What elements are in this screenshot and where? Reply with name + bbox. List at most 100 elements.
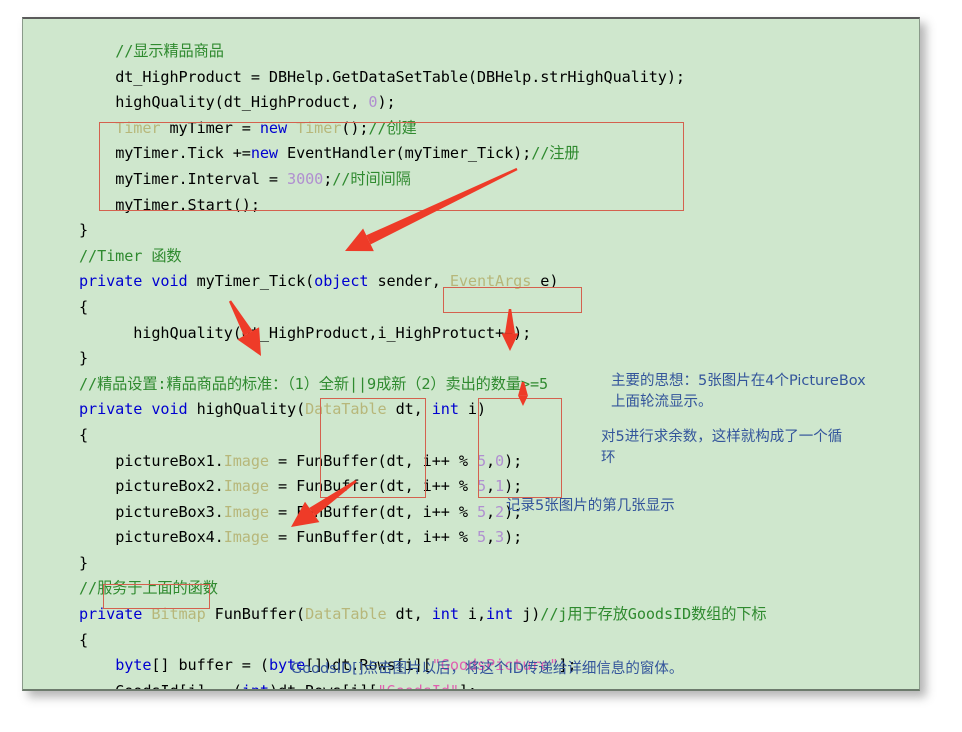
code-line: //显示精品商品 [79, 39, 767, 65]
code-token: //精品设置:精品商品的标准：（1）全新||9成新（2）卖出的数量>=5 [79, 374, 549, 393]
code-token: myTimer.Start(); [115, 195, 260, 214]
code-token: //j用于存放GoodsID数组的下标 [540, 605, 767, 624]
code-token: new [250, 144, 278, 163]
code-token: DataTable [305, 400, 387, 419]
code-token: = FunBuffer(dt, i++ % [268, 451, 477, 470]
code-token: } [79, 349, 89, 368]
code-token: pictureBox1. [115, 451, 224, 470]
code-line: private void myTimer_Tick(object sender,… [79, 269, 767, 295]
code-token: { [79, 425, 89, 444]
code-token: { [79, 297, 89, 316]
code-token: = FunBuffer(dt, i++ % [268, 528, 477, 547]
code-line: private Bitmap FunBuffer(DataTable dt, i… [79, 602, 767, 628]
code-token: dt_HighProduct = DBHelp.GetDataSetTable(… [115, 67, 685, 86]
code-token: dt, [386, 400, 432, 419]
code-token: Image [223, 451, 269, 470]
code-token: (); [341, 118, 369, 137]
code-token: EventArgs [449, 272, 532, 291]
code-line: GoodsId[j] = (int)dt.Rows[i]["GoodsId"]; [79, 679, 767, 689]
code-token: , [486, 502, 496, 521]
code-token: 5 [476, 477, 486, 496]
code-token: [] buffer = ( [151, 656, 269, 675]
code-token: 3000 [287, 169, 324, 188]
code-listing: //显示精品商品 dt_HighProduct = DBHelp.GetData… [79, 39, 767, 689]
screenshot-root: //显示精品商品 dt_HighProduct = DBHelp.GetData… [0, 0, 962, 732]
code-line: pictureBox4.Image = FunBuffer(dt, i++ % … [79, 525, 767, 551]
note-record: 记录5张图片的第几张显示 [506, 498, 675, 514]
code-token: 2 [495, 502, 505, 521]
code-line: } [79, 346, 767, 372]
code-line: myTimer.Interval = 3000;//时间间隔 [79, 167, 767, 193]
code-line: //Timer 函数 [79, 244, 767, 270]
code-line: //服务于上面的函数 [79, 576, 767, 602]
code-token: void [151, 272, 188, 291]
code-token: ); [377, 93, 396, 112]
code-token: } [79, 553, 89, 572]
code-token: byte [115, 656, 152, 675]
code-token: new [259, 118, 288, 137]
code-token: i, [458, 605, 487, 624]
code-token: = FunBuffer(dt, i++ % [268, 502, 477, 521]
code-token: 1 [495, 477, 505, 496]
note-main-idea: 主要的思想：5张图片在4个PictureBox 上面轮流显示。 [611, 373, 866, 410]
code-token: int [431, 400, 459, 419]
code-token: , [486, 451, 496, 470]
code-token: pictureBox3. [115, 502, 224, 521]
code-line: myTimer.Tick +=new EventHandler(myTimer_… [79, 141, 767, 167]
code-line: { [79, 628, 767, 654]
code-token: Bitmap [151, 605, 206, 624]
code-token: private [79, 605, 143, 624]
code-token: { [79, 630, 89, 649]
code-token: 3 [495, 528, 505, 547]
code-token: myTimer.Tick += [115, 144, 251, 163]
code-panel: //显示精品商品 dt_HighProduct = DBHelp.GetData… [22, 17, 920, 691]
note-goodsid: GoodsID[]点击图片以后，将这个ID传递给详细信息的窗体。 [291, 661, 684, 677]
code-token: highQuality(dt_HighProduct,i_HighProtuct… [133, 323, 532, 342]
code-token: myTimer_Tick( [187, 272, 315, 291]
code-token: pictureBox4. [115, 528, 224, 547]
code-token: int [486, 605, 514, 624]
code-token: //显示精品商品 [115, 42, 224, 60]
code-token: //时间间隔 [332, 169, 411, 188]
code-token: 5 [476, 528, 486, 547]
code-token: Image [223, 528, 269, 547]
code-token: ; [323, 169, 333, 188]
code-token: i) [458, 400, 487, 419]
code-token: e) [531, 272, 559, 291]
code-token: , [486, 528, 496, 547]
code-token: highQuality(dt_HighProduct, [115, 93, 369, 112]
code-token: Image [223, 502, 269, 521]
code-token: pictureBox2. [115, 477, 224, 496]
code-token: 5 [476, 502, 486, 521]
code-token: FunBuffer( [205, 605, 306, 624]
code-token: myTimer.Interval = [115, 169, 288, 188]
code-token: , [486, 477, 496, 496]
code-line: } [79, 551, 767, 577]
code-token: 0 [495, 451, 505, 470]
code-token: ); [504, 528, 523, 547]
code-token: Timer [115, 118, 161, 137]
code-token: highQuality( [187, 400, 306, 419]
code-line: myTimer.Start(); [79, 193, 767, 219]
code-token: myTimer = [160, 118, 260, 137]
code-token: dt, [386, 605, 432, 624]
code-token: ); [504, 477, 523, 496]
code-token: EventHandler(myTimer_Tick); [277, 144, 532, 163]
code-token: private [79, 272, 143, 291]
